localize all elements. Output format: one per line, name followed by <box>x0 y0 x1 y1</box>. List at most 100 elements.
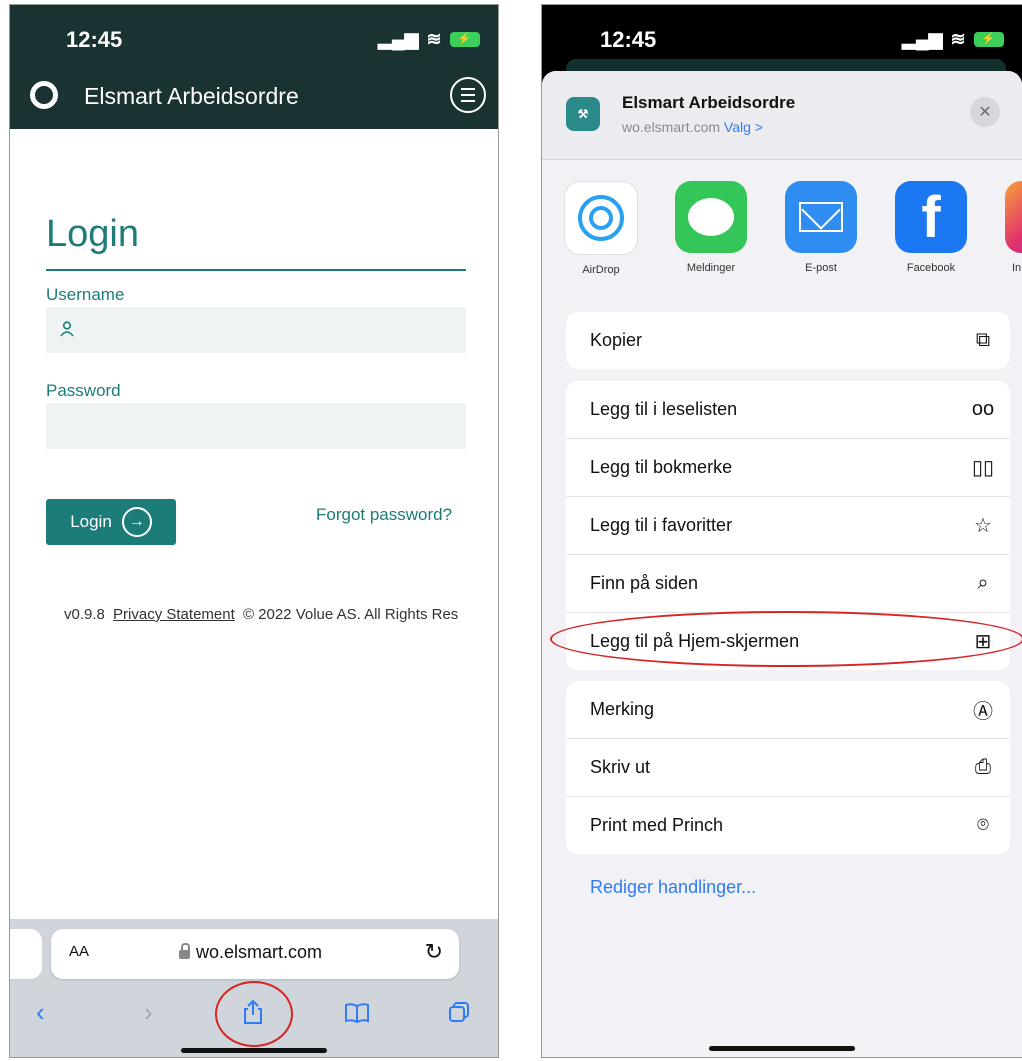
action-bookmark[interactable]: Legg til bokmerke ▯▯ <box>566 439 1010 497</box>
left-phone-screen: 12:45 ▂▄▆ ≋ ⚡ Elsmart Arbeidsordre Login… <box>9 4 499 1058</box>
location-pin-icon: ⌾ <box>977 814 989 836</box>
logo-icon <box>30 81 58 109</box>
home-indicator <box>181 1048 327 1053</box>
messages-icon <box>675 181 747 253</box>
share-apps-row: AirDrop Meldinger E-post f Facebook In <box>542 181 1022 281</box>
login-button[interactable]: Login → <box>46 499 176 545</box>
action-find-on-page[interactable]: Finn på siden ⌕ <box>566 555 1010 613</box>
reader-aa-button[interactable]: AA <box>69 943 89 960</box>
signal-icon: ▂▄▆ <box>902 29 943 49</box>
arrow-right-icon: → <box>121 507 152 537</box>
version-text: v0.9.8 <box>64 606 105 623</box>
battery-icon: ⚡ <box>973 32 1004 47</box>
home-indicator <box>709 1046 855 1051</box>
action-print-princh[interactable]: Print med Princh ⌾ <box>566 797 1010 854</box>
action-markup[interactable]: Merking Ⓐ <box>566 681 1010 739</box>
username-label: Username <box>46 285 125 304</box>
app-icon: ⚒ <box>566 97 600 131</box>
url-display: wo.elsmart.com <box>179 942 322 963</box>
reload-icon[interactable]: ↻ <box>425 939 443 965</box>
privacy-statement-link[interactable]: Privacy Statement <box>113 606 235 623</box>
highlight-oval <box>550 611 1022 667</box>
status-icons: ▂▄▆ ≋ ⚡ <box>378 29 480 50</box>
share-url: wo.elsmart.com <box>622 119 721 135</box>
footer: v0.9.8 Privacy Statement © 2022 Volue AS… <box>64 606 458 623</box>
status-icons: ▂▄▆ ≋ ⚡ <box>902 29 1004 50</box>
app-mail[interactable]: E-post <box>784 181 858 274</box>
back-icon[interactable]: ‹ <box>36 997 45 1028</box>
app-facebook[interactable]: f Facebook <box>894 181 968 274</box>
url-text: wo.elsmart.com <box>196 942 323 962</box>
action-group-copy: Kopier ⧉ <box>566 312 1010 369</box>
facebook-icon: f <box>895 181 967 253</box>
bookmarks-icon[interactable] <box>344 1003 370 1023</box>
action-label: Legg til i favoritter <box>590 515 733 535</box>
right-phone-screen: 12:45 ▂▄▆ ≋ ⚡ ⚒ Elsmart Arbeidsordre wo.… <box>541 4 1022 1058</box>
login-button-label: Login <box>70 512 112 531</box>
app-label: In <box>1012 262 1022 274</box>
action-reading-list[interactable]: Legg til i leselisten oo <box>566 381 1010 439</box>
tabs-icon[interactable] <box>448 1001 470 1023</box>
signal-icon: ▂▄▆ <box>378 29 419 49</box>
instagram-icon <box>1005 181 1022 253</box>
close-icon[interactable]: ✕ <box>970 97 1000 127</box>
password-input[interactable] <box>46 403 466 449</box>
lock-icon <box>179 943 190 959</box>
battery-icon: ⚡ <box>449 32 480 47</box>
status-time: 12:45 <box>66 27 123 52</box>
app-messages[interactable]: Meldinger <box>674 181 748 274</box>
app-label: Meldinger <box>686 262 736 274</box>
app-label: Facebook <box>906 262 956 274</box>
status-bar: 12:45 ▂▄▆ ≋ ⚡ <box>542 5 1022 65</box>
app-header: Elsmart Arbeidsordre <box>10 73 498 129</box>
action-label: Legg til i leselisten <box>590 399 738 419</box>
action-group-other: Merking Ⓐ Skriv ut ⎙ Print med Princh ⌾ <box>566 681 1010 854</box>
markup-icon: Ⓐ <box>973 701 993 723</box>
share-highlight-circle <box>215 981 293 1047</box>
options-link[interactable]: Valg > <box>724 119 763 135</box>
action-label: Legg til bokmerke <box>590 457 733 477</box>
menu-button[interactable] <box>450 77 486 113</box>
app-instagram[interactable]: In <box>1004 181 1022 274</box>
app-label: E-post <box>805 262 837 274</box>
address-bar[interactable]: AA wo.elsmart.com ↻ <box>51 929 459 979</box>
share-subtitle: wo.elsmart.com Valg > <box>622 119 763 135</box>
user-icon <box>60 321 74 337</box>
wifi-icon: ≋ <box>950 29 966 49</box>
action-label: Skriv ut <box>590 757 651 777</box>
copyright-text: © 2022 Volue AS. All Rights Res <box>242 606 459 623</box>
app-label: AirDrop <box>582 264 620 276</box>
wifi-icon: ≋ <box>426 29 442 49</box>
app-airdrop[interactable]: AirDrop <box>564 181 638 276</box>
share-sheet: ⚒ Elsmart Arbeidsordre wo.elsmart.com Va… <box>542 71 1022 1057</box>
find-in-page-icon: ⌕ <box>977 572 989 594</box>
action-label: Finn på siden <box>590 573 699 593</box>
title-divider <box>46 269 466 271</box>
glasses-icon: oo <box>971 398 995 420</box>
action-print[interactable]: Skriv ut ⎙ <box>566 739 1010 797</box>
printer-icon: ⎙ <box>975 756 991 778</box>
share-title: Elsmart Arbeidsordre <box>622 93 796 112</box>
password-label: Password <box>46 381 121 400</box>
browser-toolbar: AA wo.elsmart.com ↻ ‹ › <box>10 919 498 1057</box>
copy-icon: ⧉ <box>975 329 991 351</box>
star-icon: ☆ <box>974 515 992 537</box>
status-time: 12:45 <box>600 27 657 52</box>
action-label: Print med Princh <box>590 815 724 835</box>
share-sheet-header: ⚒ Elsmart Arbeidsordre wo.elsmart.com Va… <box>542 71 1022 160</box>
edit-actions-link[interactable]: Rediger handlinger... <box>590 877 756 898</box>
airdrop-icon <box>564 181 638 255</box>
login-page: Login Username Password Login → Forgot p… <box>10 129 498 919</box>
previous-tab-bar[interactable] <box>10 929 42 979</box>
action-label: Merking <box>590 699 655 719</box>
action-copy[interactable]: Kopier ⧉ <box>566 312 1010 369</box>
action-favorites[interactable]: Legg til i favoritter ☆ <box>566 497 1010 555</box>
app-title: Elsmart Arbeidsordre <box>84 83 299 109</box>
forgot-password-link[interactable]: Forgot password? <box>316 505 452 525</box>
mail-icon <box>785 181 857 253</box>
book-icon: ▯▯ <box>971 457 994 479</box>
action-label: Kopier <box>590 330 643 350</box>
username-input[interactable] <box>46 307 466 353</box>
forward-icon[interactable]: › <box>144 997 153 1028</box>
status-bar: 12:45 ▂▄▆ ≋ ⚡ <box>10 5 498 73</box>
